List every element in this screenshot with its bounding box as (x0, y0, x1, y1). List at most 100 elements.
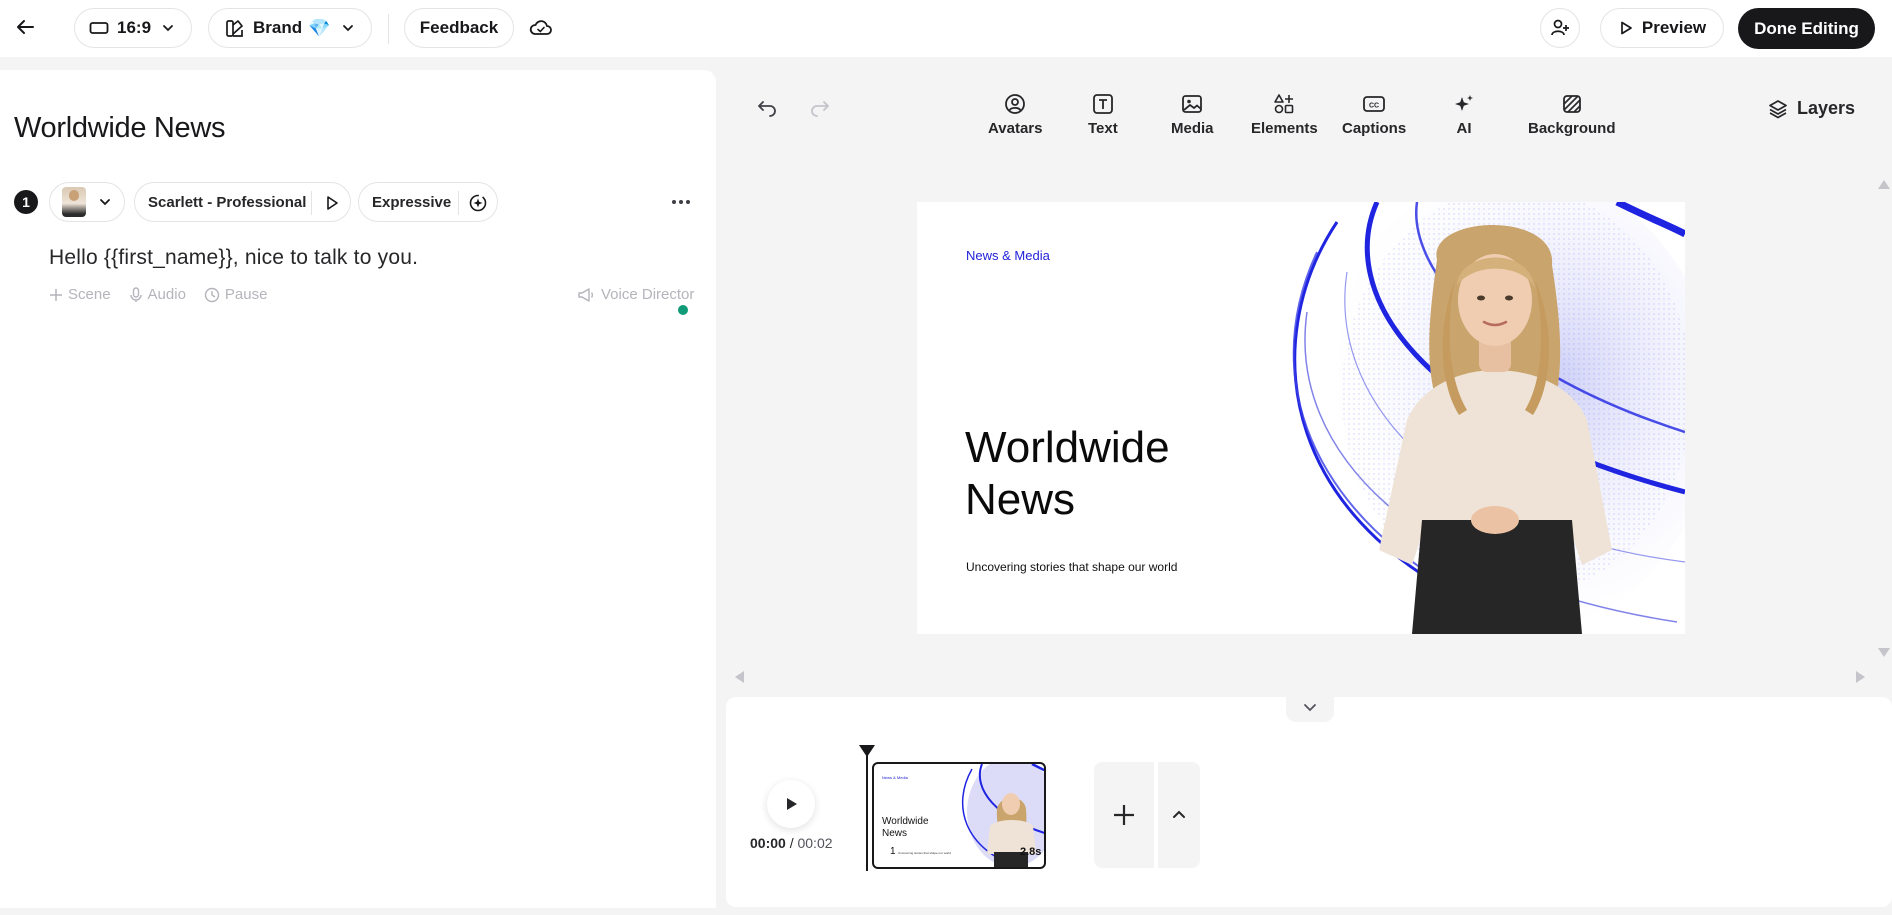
tool-elements[interactable]: Elements (1251, 92, 1318, 137)
preview-button[interactable]: Preview (1600, 8, 1724, 48)
script-panel: Worldwide News 1 Scarlett - Professional… (0, 70, 716, 908)
script-actions: Scene Audio Pause (49, 286, 267, 303)
scroll-up-arrow[interactable] (1878, 180, 1890, 189)
scroll-right-arrow[interactable] (1856, 671, 1865, 683)
tool-avatars[interactable]: Avatars (988, 92, 1042, 137)
user-plus-icon (1549, 17, 1571, 39)
thumb-scene-number: 1 (890, 846, 896, 857)
done-editing-button[interactable]: Done Editing (1738, 8, 1875, 49)
pause-clock-icon (204, 287, 220, 303)
audio-action-label: Audio (147, 286, 186, 303)
preview-label: Preview (1641, 18, 1707, 37)
scene-number-badge: 1 (14, 190, 38, 214)
aspect-ratio-icon (89, 20, 109, 36)
canvas-subtitle[interactable]: Uncovering stories that shape our world (966, 560, 1177, 574)
playhead-handle[interactable] (859, 745, 875, 757)
add-scene-button[interactable] (1094, 762, 1154, 868)
playhead[interactable] (866, 745, 868, 871)
more-horizontal-icon (671, 199, 691, 205)
layers-button[interactable]: Layers (1768, 98, 1855, 119)
svg-text:CC: CC (1369, 103, 1379, 110)
thumb-subtitle: Uncovering stories that shape our world (898, 851, 951, 855)
chevron-down-icon (341, 21, 355, 35)
aspect-ratio-label: 16:9 (117, 18, 152, 37)
thumb-tag: News & Media (882, 775, 908, 780)
brand-label: Brand (253, 18, 303, 37)
tool-background[interactable]: Background (1528, 92, 1616, 137)
feedback-button[interactable]: Feedback (404, 8, 514, 48)
brand-dropdown[interactable]: Brand 💎 (208, 8, 372, 48)
add-pause-action[interactable]: Pause (204, 286, 268, 303)
redo-icon (808, 98, 832, 122)
voice-director-button[interactable]: Voice Director (577, 286, 694, 303)
thumb-title: Worldwide News (882, 816, 929, 839)
chevron-down-icon (98, 195, 112, 209)
microphone-icon (129, 286, 143, 303)
captions-icon: CC (1362, 92, 1386, 116)
megaphone-icon (577, 287, 595, 303)
tool-label: Media (1171, 120, 1214, 137)
total-time: 00:02 (797, 835, 833, 851)
pill-divider (311, 191, 312, 215)
plus-icon (1111, 802, 1137, 828)
tool-label: AI (1456, 120, 1472, 137)
voice-style-selector[interactable]: Expressive (358, 182, 498, 222)
scroll-down-arrow[interactable] (1878, 648, 1890, 657)
scene-options-button[interactable] (1158, 762, 1200, 868)
tool-captions[interactable]: CC Captions (1342, 92, 1406, 137)
play-outline-icon (1618, 20, 1634, 36)
layers-icon (1768, 99, 1788, 119)
background-icon (1561, 92, 1583, 116)
arrow-left-icon (14, 16, 36, 38)
cloud-save-icon[interactable] (528, 15, 554, 41)
canvas-category-tag[interactable]: News & Media (966, 248, 1050, 263)
undo-button[interactable] (755, 98, 779, 122)
redo-button[interactable] (808, 98, 832, 122)
brand-kit-icon (225, 18, 245, 38)
share-button[interactable] (1540, 8, 1580, 48)
add-scene-action[interactable]: Scene (49, 286, 111, 303)
image-icon (1181, 92, 1203, 116)
add-audio-action[interactable]: Audio (129, 286, 186, 303)
tool-ai[interactable]: AI (1453, 92, 1475, 137)
voice-selector[interactable]: Scarlett - Professional (134, 182, 351, 222)
collapse-timeline-button[interactable] (1286, 692, 1334, 722)
status-indicator (678, 305, 688, 315)
avatar-presenter[interactable] (1367, 220, 1627, 634)
aspect-ratio-dropdown[interactable]: 16:9 (74, 8, 192, 48)
video-canvas[interactable]: News & Media Worldwide News Uncovering s… (917, 202, 1685, 634)
time-separator: / (789, 835, 794, 851)
back-button[interactable] (10, 12, 40, 42)
current-time: 00:00 (750, 835, 786, 851)
voice-director-label: Voice Director (601, 286, 695, 303)
play-icon (783, 796, 799, 812)
time-readout: 00:00 / 00:02 (750, 835, 833, 851)
chevron-up-icon (1170, 806, 1188, 824)
avatar-selector[interactable] (49, 182, 125, 222)
tool-label: Background (1528, 120, 1616, 137)
toolbar-divider (388, 14, 389, 44)
gem-icon: 💎 (308, 17, 331, 38)
script-text-editor[interactable]: Hello {{first_name}}, nice to talk to yo… (49, 246, 418, 270)
tool-label: Avatars (988, 120, 1043, 137)
text-icon (1092, 92, 1114, 116)
video-title[interactable]: Worldwide News (14, 112, 226, 145)
scroll-left-arrow[interactable] (735, 671, 744, 683)
voice-settings-icon[interactable] (468, 193, 488, 213)
avatar-icon (1004, 92, 1026, 116)
layers-label: Layers (1797, 98, 1856, 118)
pause-action-label: Pause (224, 286, 268, 303)
tool-label: Elements (1251, 120, 1318, 137)
play-voice-icon[interactable] (323, 194, 341, 212)
sparkle-icon (1453, 92, 1475, 116)
avatar (62, 187, 86, 217)
timeline-play-button[interactable] (767, 780, 815, 828)
scene-thumbnail[interactable]: News & Media Worldwide News 1 Uncovering… (872, 762, 1046, 869)
scene-action-label: Scene (68, 286, 111, 303)
undo-icon (755, 98, 779, 122)
tool-media[interactable]: Media (1171, 92, 1214, 137)
tool-text[interactable]: Text (1088, 92, 1118, 137)
tool-label: Captions (1342, 120, 1407, 137)
tool-label: Text (1088, 120, 1118, 137)
more-options-button[interactable] (666, 190, 696, 214)
